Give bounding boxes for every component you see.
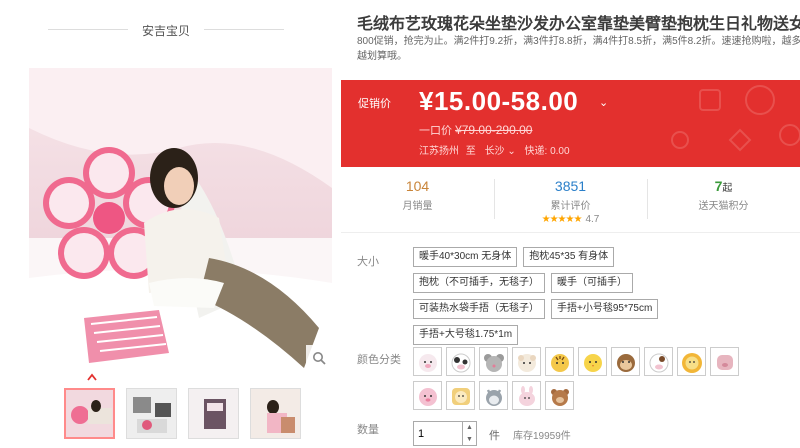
swatch-totoro[interactable] [479, 381, 508, 410]
reviews-label: 累计评价 [550, 201, 591, 212]
size-options: 暖手40*30cm 无身体 抱枕45*35 有身体 抱枕（不可插手，无毯子） 暖… [413, 247, 743, 345]
pig-icon [716, 354, 733, 370]
cow-icon [451, 353, 470, 372]
reviews[interactable]: 3851 累计评价 ★★★★★ 4.7 [494, 167, 647, 232]
swatch-rabbit[interactable] [512, 381, 541, 410]
swatch-mouse[interactable] [479, 347, 508, 376]
swatch-monkey[interactable] [611, 347, 640, 376]
store-name[interactable]: 安吉宝贝 [48, 22, 284, 39]
cow-icon [649, 353, 668, 372]
price-panel: 促销价 ¥15.00-58.00 ⌄ 一口价 ¥79.00-290.00 江苏扬… [341, 80, 800, 167]
size-label: 大小 [357, 256, 379, 268]
product-info: 毛绒布艺玫瑰花朵坐垫沙发办公室靠垫美臂垫抱枕生日礼物送女生 800促销，抢完为止… [341, 0, 800, 448]
product-gallery: 安吉宝贝 [0, 0, 340, 448]
caret-up-icon [87, 373, 97, 381]
monkey-icon [616, 353, 635, 372]
express-fee: 快递: 0.00 [524, 146, 570, 157]
chick-icon [583, 353, 602, 372]
reviews-count[interactable]: 3851 [494, 178, 647, 194]
monthly-sales: 104 月销量 [341, 167, 494, 232]
watermark: 08家 [741, 412, 792, 439]
size-option[interactable]: 抱枕45*35 有身体 [523, 247, 615, 267]
product-subtitle: 800促销，抢完为止。满2件打9.2折，满3件打8.8折，满4件打8.5折，满5… [357, 36, 800, 62]
swatch-cow[interactable] [446, 347, 475, 376]
thumbnail-4[interactable] [250, 388, 301, 439]
zoom-button[interactable] [306, 345, 332, 371]
ship-to-label: 至 [465, 146, 476, 157]
swatch-tiger[interactable] [545, 347, 574, 376]
dog-icon [451, 387, 470, 405]
sheep-icon [517, 353, 536, 372]
mouse-icon [483, 353, 504, 372]
thumbnail-1[interactable] [64, 388, 115, 439]
shipping-info: 江苏扬州 至 长沙 ⌄ 快递: 0.00 [419, 142, 570, 157]
magnifier-icon [313, 352, 326, 365]
quantity-label: 数量 [357, 424, 379, 436]
bear-icon [550, 388, 569, 406]
points-unit: 起 [722, 183, 733, 194]
thumbnail-2[interactable] [126, 388, 177, 439]
store-header: 安吉宝贝 [48, 18, 284, 42]
stock-count: 库存19959件 [513, 431, 571, 442]
swatch-lion[interactable] [677, 347, 706, 376]
lion-icon [681, 352, 702, 373]
star-icons: ★★★★★ [541, 214, 583, 225]
promo-price: ¥15.00-58.00 [419, 86, 579, 116]
points-value: 7起 [647, 178, 800, 194]
original-price: 一口价 ¥79.00-290.00 [419, 122, 532, 138]
color-label: 颜色分类 [357, 354, 401, 366]
pig-icon [418, 353, 437, 372]
monthly-sales-value: 104 [405, 178, 430, 194]
main-product-image[interactable] [29, 68, 332, 371]
swatch-pink-pig[interactable] [413, 381, 442, 410]
increment-icon[interactable]: ▲ [463, 422, 476, 434]
tiger-icon [550, 353, 569, 372]
monthly-sales-label: 月销量 [402, 201, 433, 212]
thumbnail-3[interactable] [188, 388, 239, 439]
decoration-icon [671, 85, 800, 152]
pink-pig-icon [418, 387, 437, 406]
rabbit-icon [518, 385, 535, 406]
ship-from: 江苏扬州 [419, 146, 459, 157]
swatch-cow-2[interactable] [644, 347, 673, 376]
quantity-unit: 件 [489, 430, 500, 442]
original-price-label: 一口价 [419, 125, 452, 137]
quantity-input[interactable] [413, 421, 463, 446]
thumbnail-strip [64, 388, 301, 439]
color-swatches [413, 347, 753, 410]
tmall-points: 7起 送天猫积分 [647, 167, 800, 232]
chevron-down-icon[interactable]: ⌄ [505, 146, 515, 157]
size-option[interactable]: 抱枕（不可插手，无毯子） [413, 273, 545, 293]
swatch-bear[interactable] [545, 381, 574, 410]
size-option[interactable]: 手捂+小号毯95*75cm [551, 299, 659, 319]
quantity-stepper[interactable]: ▲ ▼ [463, 421, 477, 446]
size-option[interactable]: 暖手（可插手） [551, 273, 633, 293]
size-option[interactable]: 暖手40*30cm 无身体 [413, 247, 518, 267]
product-title: 毛绒布艺玫瑰花朵坐垫沙发办公室靠垫美臂垫抱枕生日礼物送女生 [357, 16, 800, 33]
divider [204, 29, 284, 30]
ship-to-select[interactable]: 长沙 [485, 146, 505, 157]
swatch-chick[interactable] [578, 347, 607, 376]
size-option[interactable]: 手捂+大号毯1.75*1m [413, 325, 519, 345]
swatch-pig-2[interactable] [710, 347, 739, 376]
swatch-pig[interactable] [413, 347, 442, 376]
rating-stars: ★★★★★ 4.7 [494, 214, 647, 225]
chevron-down-icon[interactable]: ⌄ [599, 96, 608, 109]
rating-score: 4.7 [585, 214, 600, 225]
size-option[interactable]: 可装热水袋手捂（无毯子） [413, 299, 545, 319]
points-label: 送天猫积分 [698, 201, 749, 212]
swatch-dog[interactable] [446, 381, 475, 410]
stats-bar: 104 月销量 3851 累计评价 ★★★★★ 4.7 7起 送天猫积分 [341, 167, 800, 233]
swatch-sheep[interactable] [512, 347, 541, 376]
original-price-value: ¥79.00-290.00 [455, 123, 533, 137]
promo-price-label: 促销价 [358, 98, 391, 110]
decrement-icon[interactable]: ▼ [463, 434, 476, 446]
totoro-icon [485, 388, 502, 406]
